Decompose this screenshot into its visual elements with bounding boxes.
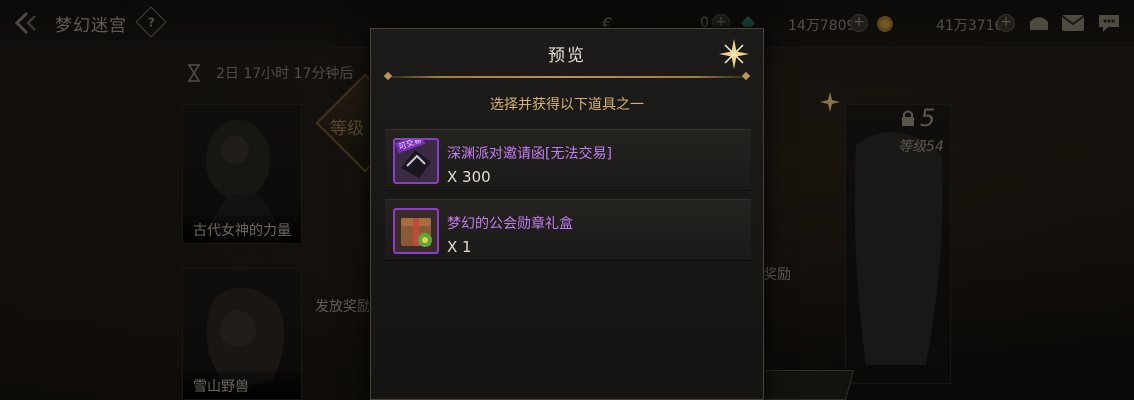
preview-dialog: 预览 选择并获得以下道具之一 可交易 深渊派对邀请函[无法交易] X 300 梦… xyxy=(370,28,764,400)
item-name: 深渊派对邀请函[无法交易] xyxy=(447,146,612,162)
gift-box-icon xyxy=(393,208,439,254)
title-divider xyxy=(381,76,753,78)
close-button[interactable] xyxy=(717,37,751,71)
item-quantity: X 1 xyxy=(447,238,472,256)
item-quantity: X 300 xyxy=(447,168,491,186)
close-icon xyxy=(719,39,749,69)
item-option[interactable]: 可交易 深渊派对邀请函[无法交易] X 300 xyxy=(385,129,751,191)
dialog-subtitle: 选择并获得以下道具之一 xyxy=(490,97,644,113)
invitation-icon: 可交易 xyxy=(393,138,439,184)
item-name: 梦幻的公会勋章礼盒 xyxy=(447,216,573,232)
dialog-title: 预览 xyxy=(548,46,586,66)
item-option[interactable]: 梦幻的公会勋章礼盒 X 1 xyxy=(385,199,751,261)
